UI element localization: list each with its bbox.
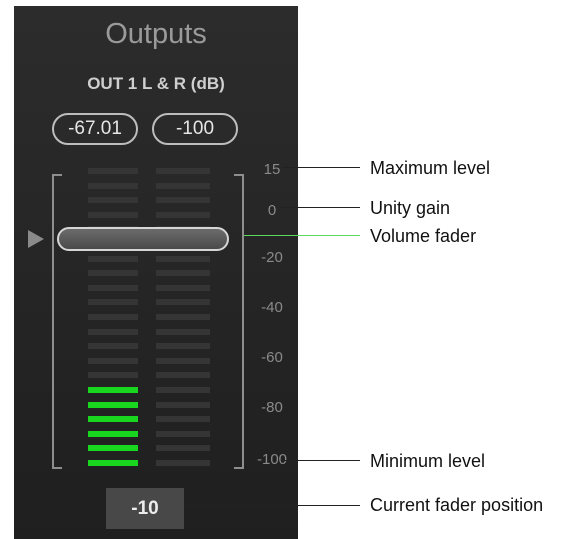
meter-segment (156, 387, 210, 393)
meter-segment (156, 270, 210, 276)
right-level-readout: -100 (152, 113, 238, 145)
scale-tick-minus-80: -80 (261, 399, 283, 416)
meter-segment (88, 431, 138, 437)
scale-tick-15: 15 (263, 161, 281, 178)
meter-segment (156, 212, 210, 218)
meter-segment (88, 197, 138, 203)
meter-segment (156, 197, 210, 203)
meter-segment (88, 460, 138, 466)
meter-segment (156, 329, 210, 335)
meter-segment (156, 445, 210, 451)
meter-segment (88, 416, 138, 422)
meter-segment (88, 343, 138, 349)
callout-maximum-level: Maximum level (370, 158, 491, 178)
meter-segment (156, 460, 210, 466)
meter-bracket-left (52, 174, 62, 469)
meter-segment (88, 387, 138, 393)
channel-label: OUT 1 L & R (dB) (87, 74, 225, 93)
meter-segment (88, 299, 138, 305)
meter-segment (88, 256, 138, 262)
meter-segment (88, 314, 138, 320)
meter-segment (156, 343, 210, 349)
scale-tick-minus-60: -60 (261, 349, 283, 366)
volume-fader-handle[interactable] (57, 227, 229, 251)
meter-segment (156, 402, 210, 408)
current-fader-position[interactable]: -10 (106, 488, 184, 529)
meter-segment (88, 372, 138, 378)
meter-segment (88, 445, 138, 451)
meter-segment (156, 299, 210, 305)
meter-segment (156, 285, 210, 291)
meter-segment (88, 402, 138, 408)
meter-segment (156, 183, 210, 189)
meter-segment (88, 183, 138, 189)
callout-minimum-level: Minimum level (370, 451, 486, 471)
outputs-panel: Outputs OUT 1 L & R (dB) -67.01 -100 15 … (14, 6, 298, 539)
callout-unity-gain: Unity gain (370, 198, 451, 218)
callout-line-maximum-level (282, 167, 360, 168)
callout-line-current-fader-position (184, 505, 360, 506)
callout-line-unity-gain (280, 207, 360, 208)
scale-tick-minus-20: -20 (261, 249, 283, 266)
meter-segment (88, 329, 138, 335)
left-level-readout: -67.01 (52, 113, 138, 145)
meter-segment (156, 416, 210, 422)
callout-line-minimum-level (282, 460, 360, 461)
meter-segment (88, 212, 138, 218)
meter-segment (156, 431, 210, 437)
meter-segment (156, 168, 210, 174)
callout-volume-fader: Volume fader (370, 226, 477, 246)
meter-segment (156, 372, 210, 378)
meter-segment (156, 256, 210, 262)
scale-tick-minus-40: -40 (261, 299, 283, 316)
meter-segment (88, 358, 138, 364)
meter-segment (88, 270, 138, 276)
callout-current-fader-position: Current fader position (370, 495, 544, 515)
callout-line-volume-fader (244, 235, 360, 236)
meter-segment (88, 285, 138, 291)
fader-pointer-icon (28, 230, 44, 248)
meter-segment (156, 314, 210, 320)
panel-title: Outputs (105, 18, 207, 50)
meter-segment (88, 168, 138, 174)
meter-segment (156, 358, 210, 364)
scale-tick-0: 0 (267, 202, 277, 219)
